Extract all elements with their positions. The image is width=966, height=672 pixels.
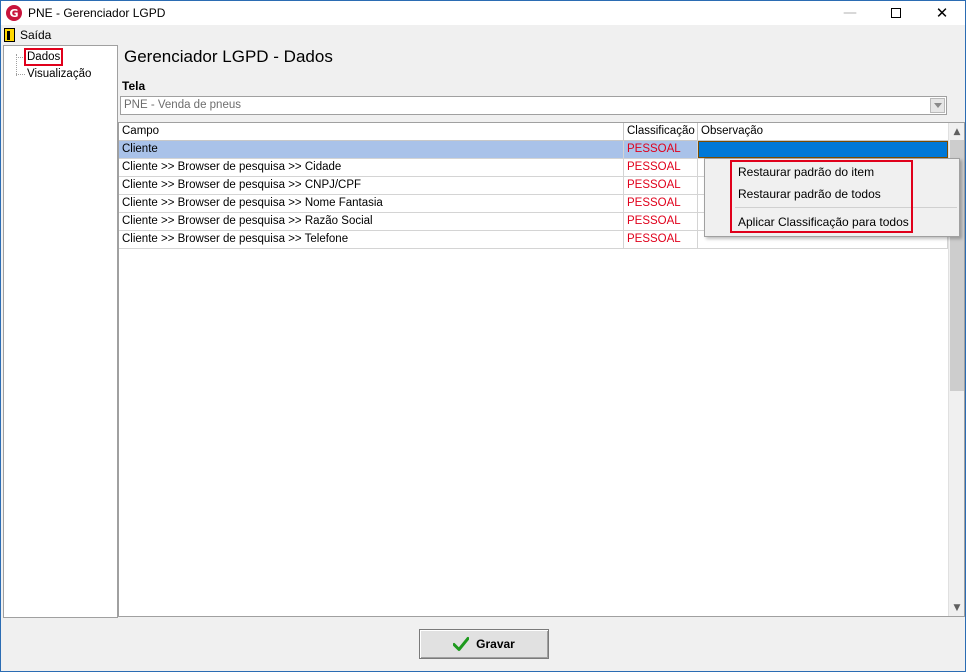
- menu-bar: Saída: [1, 25, 965, 45]
- column-header-observacao[interactable]: Observação: [698, 123, 948, 141]
- menu-exit-label: Saída: [20, 28, 52, 42]
- grid-header: Campo Classificação Observação: [119, 123, 948, 141]
- context-menu: Restaurar padrão do item Restaurar padrã…: [704, 158, 960, 237]
- cell-field[interactable]: Cliente >> Browser de pesquisa >> Telefo…: [119, 231, 624, 248]
- cell-classification[interactable]: PESSOAL: [624, 213, 698, 230]
- cell-field[interactable]: Cliente >> Browser de pesquisa >> Razão …: [119, 213, 624, 230]
- cell-classification[interactable]: PESSOAL: [624, 177, 698, 194]
- window-title: PNE - Gerenciador LGPD: [28, 6, 166, 20]
- maximize-icon: [891, 8, 901, 18]
- table-row[interactable]: Cliente PESSOAL: [119, 141, 948, 159]
- cell-field[interactable]: Cliente >> Browser de pesquisa >> Nome F…: [119, 195, 624, 212]
- save-button[interactable]: Gravar: [419, 629, 549, 659]
- cell-classification[interactable]: PESSOAL: [624, 141, 698, 158]
- cell-field[interactable]: Cliente >> Browser de pesquisa >> Cidade: [119, 159, 624, 176]
- tree-item-dados[interactable]: Dados: [23, 48, 64, 66]
- highlight-box: [730, 160, 913, 233]
- column-header-campo[interactable]: Campo: [119, 123, 624, 141]
- cell-field[interactable]: Cliente >> Browser de pesquisa >> CNPJ/C…: [119, 177, 624, 194]
- chevron-down-icon: [933, 103, 942, 108]
- column-header-classificacao[interactable]: Classificação: [624, 123, 698, 141]
- screen-label: Tela: [122, 79, 146, 93]
- menu-exit[interactable]: Saída: [1, 28, 51, 42]
- minimize-button[interactable]: —: [827, 1, 873, 25]
- screen-select[interactable]: PNE - Venda de pneus: [120, 96, 947, 115]
- close-button[interactable]: ✕: [919, 1, 965, 25]
- door-exit-icon: [4, 28, 15, 42]
- tree-item-visualizacao[interactable]: Visualização: [26, 67, 92, 81]
- cell-observation[interactable]: [698, 141, 948, 158]
- green-check-icon: [453, 636, 470, 652]
- screen-select-value: PNE - Venda de pneus: [124, 99, 241, 111]
- tree-connector: [16, 57, 25, 58]
- cell-classification[interactable]: PESSOAL: [624, 159, 698, 176]
- app-logo-icon: G: [6, 5, 22, 21]
- tree-connector: [16, 74, 25, 75]
- cell-classification[interactable]: PESSOAL: [624, 231, 698, 248]
- navigation-tree: Dados Visualização: [3, 45, 118, 618]
- cell-classification[interactable]: PESSOAL: [624, 195, 698, 212]
- save-button-label: Gravar: [476, 637, 515, 651]
- main-window: G PNE - Gerenciador LGPD — ✕ Saída Dados…: [0, 0, 966, 672]
- page-title: Gerenciador LGPD - Dados: [124, 47, 333, 66]
- maximize-button[interactable]: [873, 1, 919, 25]
- dropdown-button[interactable]: [930, 98, 945, 113]
- scroll-down-icon[interactable]: ▼: [949, 599, 965, 616]
- scroll-up-icon[interactable]: ▲: [949, 123, 965, 140]
- title-bar[interactable]: G PNE - Gerenciador LGPD — ✕: [1, 1, 965, 25]
- cell-field[interactable]: Cliente: [119, 141, 624, 158]
